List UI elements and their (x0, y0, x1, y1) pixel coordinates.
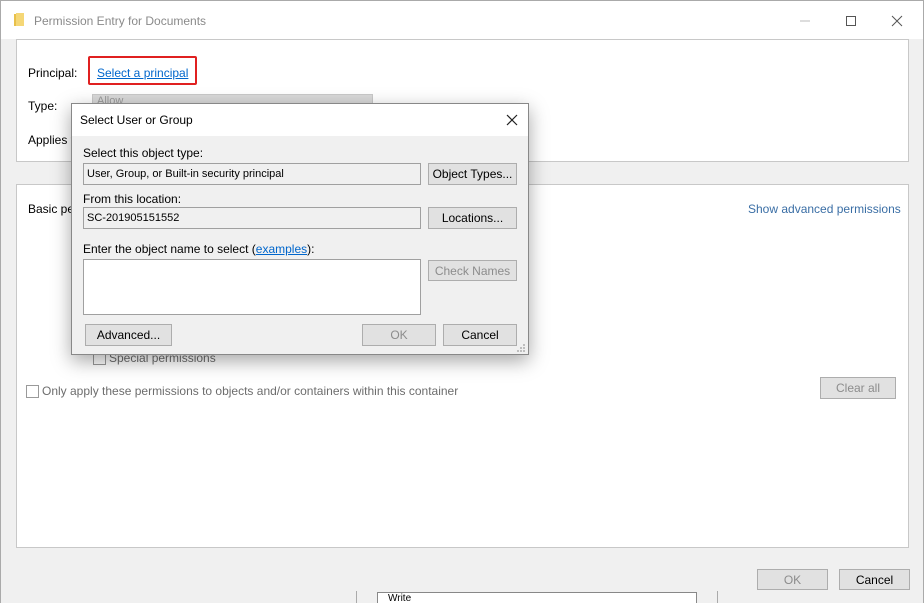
close-button[interactable] (874, 7, 920, 35)
advanced-button[interactable]: Advanced... (85, 324, 172, 346)
dialog-close-button[interactable] (500, 108, 524, 132)
dialog-cancel-button[interactable]: Cancel (443, 324, 517, 346)
select-principal-link[interactable]: Select a principal (97, 66, 188, 80)
close-icon (506, 114, 518, 126)
dialog-title: Select User or Group (80, 113, 193, 127)
show-advanced-permissions-link[interactable]: Show advanced permissions (748, 202, 901, 216)
object-types-button[interactable]: Object Types... (428, 163, 517, 185)
principal-label: Principal: (28, 66, 78, 80)
minimize-icon (800, 20, 810, 22)
title-bar: Permission Entry for Documents (1, 1, 923, 39)
dialog-title-bar: Select User or Group (72, 104, 528, 136)
clear-all-button[interactable]: Clear all (820, 377, 896, 399)
select-user-or-group-dialog: Select User or Group Select this object … (71, 103, 529, 355)
minimize-button[interactable] (782, 7, 828, 35)
only-apply-label: Only apply these permissions to objects … (42, 384, 459, 398)
object-type-field: User, Group, or Built-in security princi… (83, 163, 421, 185)
behind-select-value: Write (388, 593, 412, 603)
location-label: From this location: (83, 192, 182, 206)
behind-select: Write (377, 592, 697, 603)
check-names-button[interactable]: Check Names (428, 260, 517, 281)
close-icon (891, 15, 903, 27)
dialog-ok-button[interactable]: OK (362, 324, 436, 346)
resize-grip-icon[interactable] (516, 343, 526, 353)
enter-name-prefix: Enter the object name to select ( (83, 242, 256, 256)
applies-to-label: Applies t (28, 133, 75, 147)
location-field: SC-201905151552 (83, 207, 421, 229)
basic-permissions-label: Basic pe (28, 202, 75, 216)
enter-name-label: Enter the object name to select (example… (83, 242, 314, 256)
maximize-icon (846, 16, 856, 26)
folder-icon (14, 13, 24, 26)
examples-link[interactable]: examples (256, 242, 307, 256)
object-type-label: Select this object type: (83, 146, 204, 160)
type-label: Type: (28, 99, 58, 113)
enter-name-suffix: ): (307, 242, 315, 256)
window-title: Permission Entry for Documents (34, 14, 207, 28)
ok-button[interactable]: OK (757, 569, 828, 590)
object-name-input[interactable] (83, 259, 421, 315)
locations-button[interactable]: Locations... (428, 207, 517, 229)
maximize-button[interactable] (828, 7, 874, 35)
only-apply-checkbox[interactable] (26, 385, 39, 398)
cancel-button[interactable]: Cancel (839, 569, 910, 590)
